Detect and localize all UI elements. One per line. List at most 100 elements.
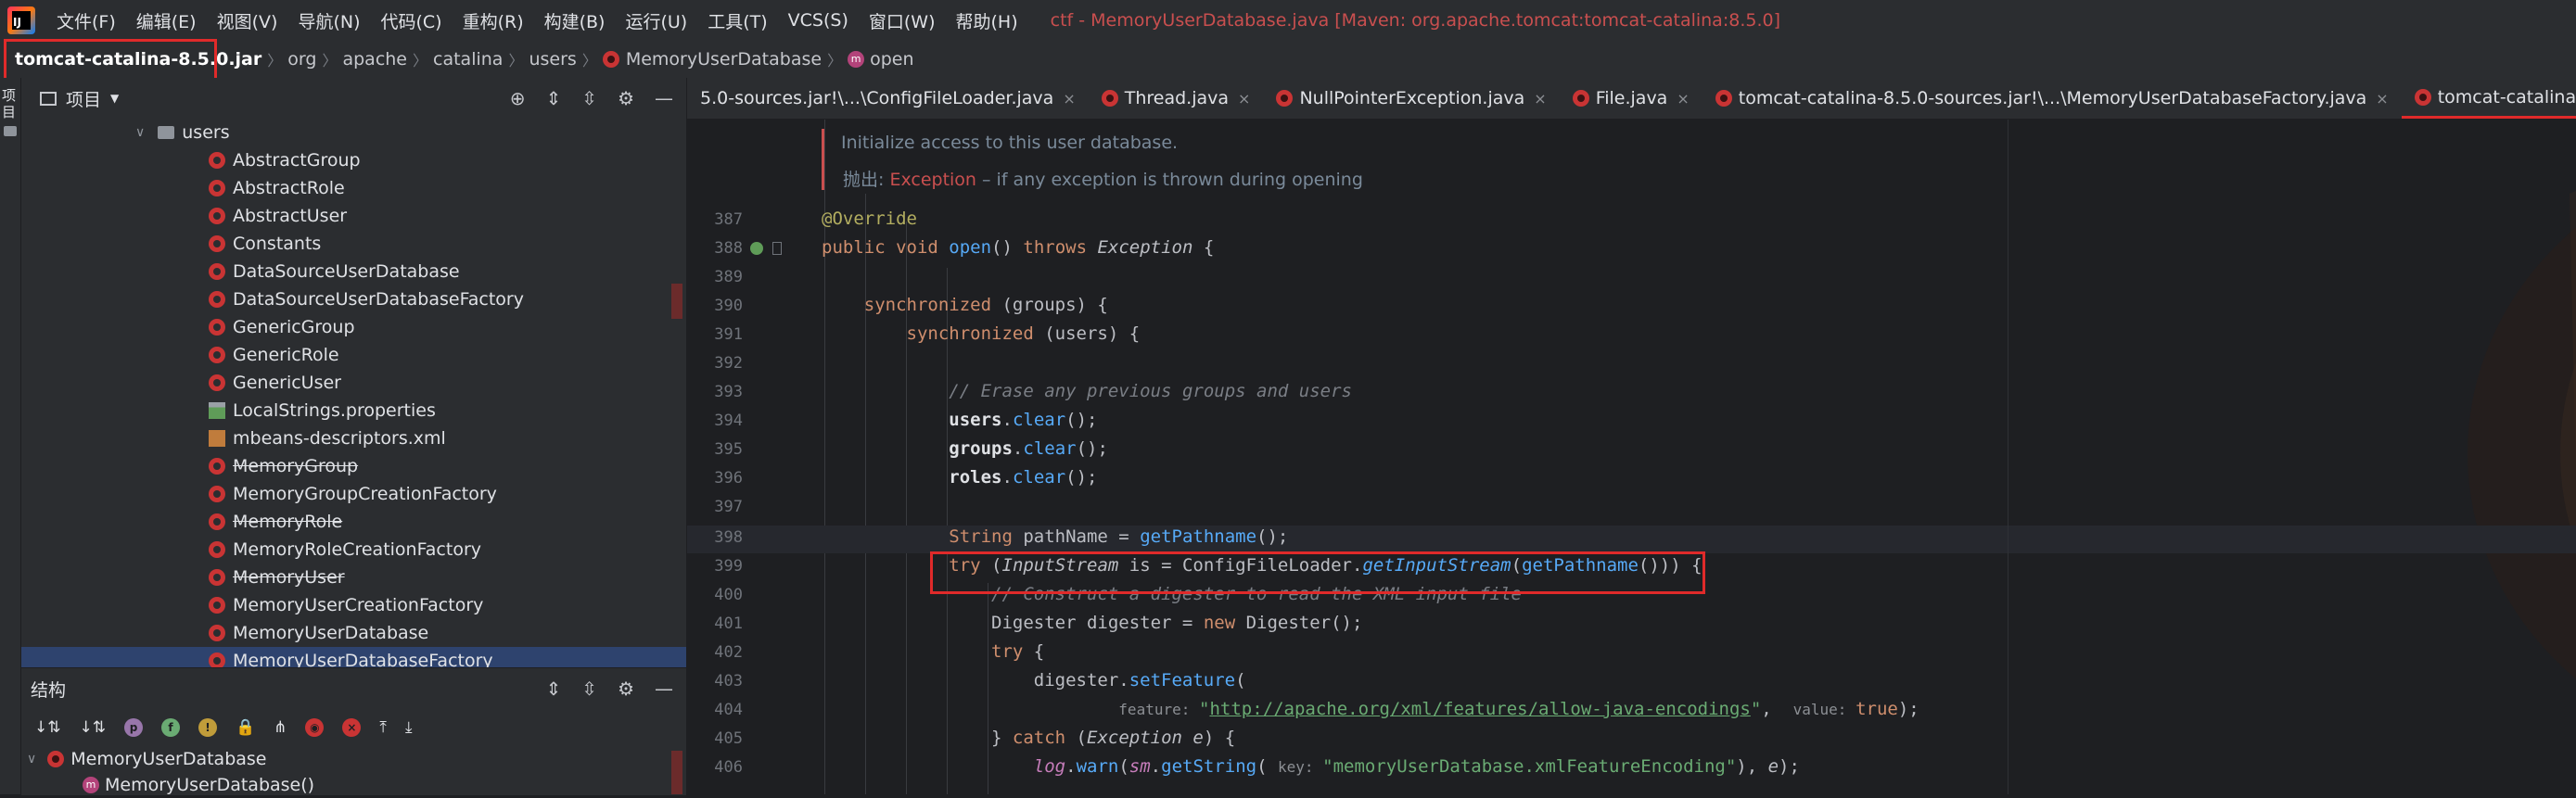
editor-tab[interactable]: File.java × — [1560, 78, 1702, 119]
tree-item-label: mbeans-descriptors.xml — [233, 428, 446, 449]
structure-root-label: MemoryUserDatabase — [70, 749, 267, 769]
line-number: 398 — [714, 528, 743, 547]
collapse-all-icon[interactable]: ⇳ — [581, 87, 597, 109]
structure-child-label: MemoryUserDatabase() — [105, 775, 315, 795]
tree-item[interactable]: MemoryUserCreationFactory — [21, 591, 686, 619]
code-line-387: @Override — [822, 209, 917, 229]
breadcrumb-users[interactable]: users — [523, 49, 581, 70]
tree-item[interactable]: MemoryGroup — [21, 452, 686, 480]
tree-item[interactable]: GenericUser — [21, 369, 686, 397]
menu-file[interactable]: 文件(F) — [46, 8, 126, 33]
editor-tab-label: File.java — [1595, 88, 1668, 108]
javadoc-bar — [822, 129, 824, 190]
class-file-icon — [1715, 90, 1732, 107]
editor-tab[interactable]: 5.0-sources.jar!\...\ConfigFileLoader.ja… — [687, 78, 1089, 119]
close-icon[interactable]: × — [1534, 90, 1546, 108]
breadcrumb-org[interactable]: org — [282, 49, 322, 70]
collapse-all-icon[interactable]: ⇳ — [581, 678, 597, 700]
line-number: 387 — [714, 210, 743, 229]
editor-tab[interactable]: tomcat-catalina-8.5.0-sources.jar!\...\ — [2401, 78, 2576, 119]
show-lambdas-icon[interactable]: ⋔ — [274, 718, 287, 737]
message-key-string: "memoryUserDatabase.xmlFeatureEncoding" — [1322, 756, 1737, 777]
menu-code[interactable]: 代码(C) — [370, 8, 452, 33]
show-fields-icon[interactable]: f — [161, 718, 180, 737]
line-number: 388 — [714, 239, 743, 258]
tree-item[interactable]: GenericRole — [21, 341, 686, 369]
breadcrumb-class[interactable]: MemoryUserDatabase — [597, 49, 827, 70]
intellij-logo-icon[interactable]: IJ — [7, 6, 35, 34]
tree-item[interactable]: MemoryUser — [21, 564, 686, 591]
chevron-down-icon[interactable]: ∨ — [27, 752, 36, 766]
tree-item[interactable]: AbstractRole — [21, 174, 686, 202]
menu-refactor[interactable]: 重构(R) — [453, 8, 534, 33]
tree-item[interactable]: LocalStrings.properties — [21, 397, 686, 424]
breadcrumb: tomcat-catalina-8.5.0.jar 〉 org 〉 apache… — [0, 41, 2576, 79]
tree-item-label: MemoryRoleCreationFactory — [233, 539, 482, 560]
menu-tools[interactable]: 工具(T) — [697, 8, 777, 33]
project-icon — [40, 91, 57, 106]
minimize-icon[interactable]: — — [655, 678, 673, 700]
menu-edit[interactable]: 编辑(E) — [126, 8, 207, 33]
show-implemented-icon[interactable]: × — [342, 718, 362, 737]
tree-item[interactable]: mbeans-descriptors.xml — [21, 424, 686, 452]
line-number: 389 — [714, 268, 743, 286]
tree-item[interactable]: DataSourceUserDatabase — [21, 258, 686, 285]
tree-item[interactable]: MemoryGroupCreationFactory — [21, 480, 686, 508]
editor-tab[interactable]: Thread.java × — [1089, 78, 1264, 119]
tree-item-label: MemoryGroupCreationFactory — [233, 484, 497, 504]
tree-folder-users[interactable]: ∨ users — [21, 119, 686, 146]
code-line-402: try { — [991, 641, 1045, 662]
minimize-icon[interactable]: — — [655, 87, 673, 109]
sort-alphabetically-icon[interactable]: ↓⇅ — [80, 718, 107, 737]
tree-item[interactable]: AbstractGroup — [21, 146, 686, 174]
feature-url-link[interactable]: http://apache.org/xml/features/allow-jav… — [1209, 699, 1750, 719]
expand-all-icon[interactable]: ⇕ — [546, 87, 562, 109]
menu-run[interactable]: 运行(U) — [615, 8, 697, 33]
menu-window[interactable]: 窗口(W) — [859, 8, 946, 33]
line-number: 404 — [714, 701, 743, 719]
override-gutter-icon[interactable] — [750, 242, 763, 255]
tree-item[interactable]: DataSourceUserDatabaseFactory — [21, 285, 686, 313]
editor-tab[interactable]: NullPointerException.java × — [1263, 78, 1559, 119]
editor-tab[interactable]: tomcat-catalina-8.5.0-sources.jar!\...\M… — [1702, 78, 2402, 119]
menu-bar: IJ 文件(F) 编辑(E) 视图(V) 导航(N) 代码(C) 重构(R) 构… — [0, 0, 2576, 41]
tree-item[interactable]: MemoryRole — [21, 508, 686, 536]
close-icon[interactable]: × — [1238, 90, 1250, 108]
code-editor[interactable]: Initialize access to this user database.… — [687, 120, 2576, 794]
close-icon[interactable]: × — [2376, 90, 2388, 108]
fold-marker-icon[interactable] — [772, 242, 782, 255]
menu-help[interactable]: 帮助(H) — [946, 8, 1028, 33]
breadcrumb-catalina[interactable]: catalina — [427, 49, 508, 70]
autoscroll-from-source-icon[interactable]: ⤓ — [405, 718, 413, 737]
gear-icon[interactable]: ⚙ — [618, 87, 634, 109]
breadcrumb-apache[interactable]: apache — [337, 49, 413, 70]
menu-view[interactable]: 视图(V) — [207, 8, 288, 33]
tree-item[interactable]: GenericGroup — [21, 313, 686, 341]
menu-vcs[interactable]: VCS(S) — [778, 10, 859, 31]
menu-build[interactable]: 构建(B) — [534, 8, 616, 33]
show-properties-icon[interactable]: p — [124, 718, 143, 737]
project-view-selector[interactable]: 项目 ▼ — [40, 86, 119, 111]
gear-icon[interactable]: ⚙ — [618, 678, 634, 700]
locate-icon[interactable]: ⊕ — [510, 87, 526, 109]
show-non-public-icon[interactable]: 🔒 — [236, 718, 255, 737]
tree-item[interactable]: AbstractUser — [21, 202, 686, 230]
tree-item[interactable]: MemoryRoleCreationFactory — [21, 536, 686, 564]
sort-by-type-icon[interactable]: ↓⇅ — [34, 718, 61, 737]
expand-all-icon[interactable]: ⇕ — [546, 678, 562, 700]
autoscroll-to-source-icon[interactable]: ⤒ — [379, 718, 387, 737]
close-icon[interactable]: × — [1063, 90, 1075, 108]
project-title: 项目 — [66, 89, 102, 110]
chevron-down-icon[interactable]: ∨ — [135, 125, 145, 140]
show-inherited-icon[interactable]: ! — [198, 718, 217, 737]
structure-root[interactable]: ∨ MemoryUserDatabase — [21, 746, 686, 772]
close-icon[interactable]: × — [1677, 90, 1689, 108]
tree-item[interactable]: Constants — [21, 230, 686, 258]
menu-navigate[interactable]: 导航(N) — [287, 8, 370, 33]
show-anonymous-icon[interactable]: ◉ — [305, 718, 325, 737]
breadcrumb-method[interactable]: m open — [842, 49, 919, 70]
folder-tool-icon[interactable] — [4, 126, 17, 136]
tree-item[interactable]: MemoryUserDatabase — [21, 619, 686, 647]
project-tool-button[interactable]: 项目 — [2, 87, 19, 120]
code-line-403: digester.setFeature( — [822, 670, 1246, 690]
